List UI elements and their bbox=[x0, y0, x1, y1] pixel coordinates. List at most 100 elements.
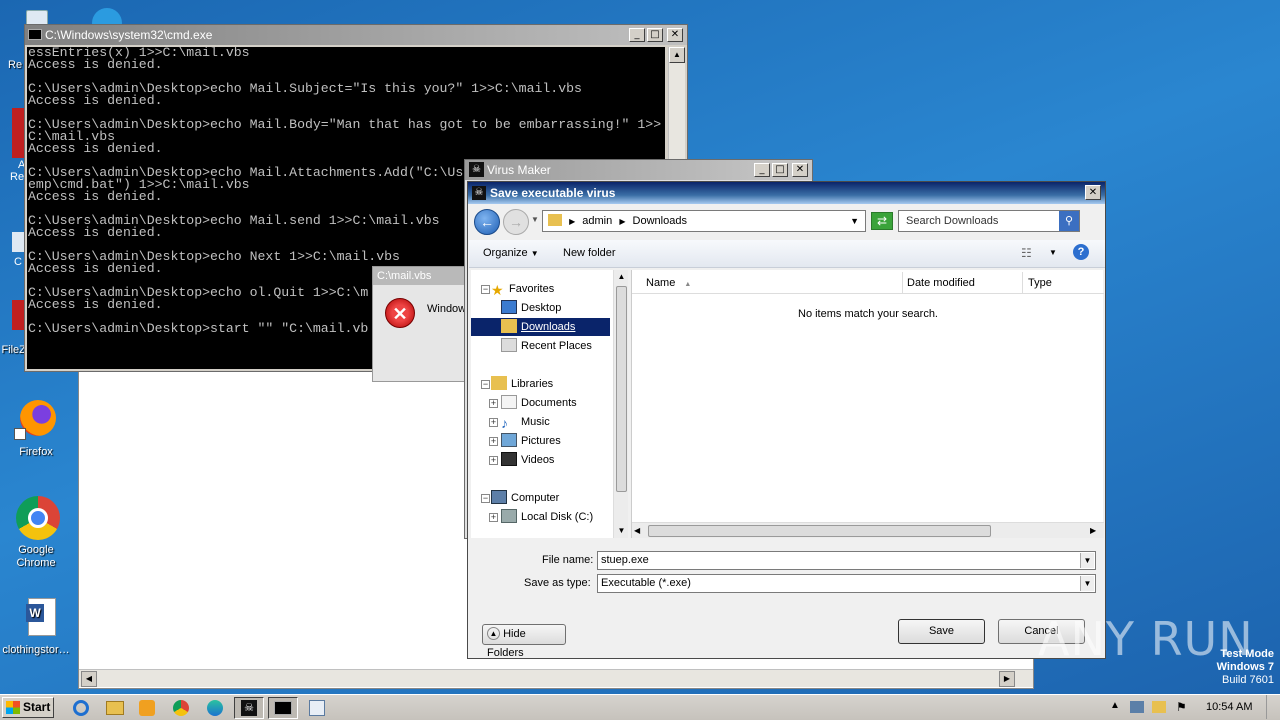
file-name-input[interactable]: stuep.exe ▼ bbox=[597, 551, 1096, 570]
star-icon: ★ bbox=[491, 282, 504, 298]
scroll-up-arrow-icon[interactable]: ▲ bbox=[669, 47, 685, 63]
column-header-type[interactable]: Type bbox=[1023, 272, 1104, 294]
column-header-name[interactable]: Name ▲ bbox=[632, 272, 903, 294]
back-button[interactable]: ← bbox=[474, 209, 500, 235]
console-line: Access is denied. bbox=[28, 93, 163, 108]
forward-button[interactable]: → bbox=[503, 209, 529, 235]
save-button[interactable]: Save bbox=[898, 619, 985, 644]
desktop-partial-label: C bbox=[14, 256, 22, 268]
cmd-taskbar-button[interactable] bbox=[268, 697, 298, 719]
save-dialog[interactable]: ☠ Save executable virus ✕ ← → ▼ ▶ admin … bbox=[467, 181, 1106, 659]
navigation-pane[interactable]: − ★ Favorites Desktop Downloads Recent Pl… bbox=[471, 270, 627, 538]
desktop-icon-word-doc[interactable]: W clothingstor… bbox=[0, 596, 72, 657]
show-desktop-button[interactable] bbox=[1266, 695, 1278, 719]
hide-folders-button[interactable]: ▲ Hide Folders bbox=[482, 624, 566, 659]
background-window-hscrollbar[interactable]: ◀ ▶ bbox=[79, 669, 1033, 687]
tree-local-disk[interactable]: Local Disk (C:) bbox=[501, 508, 593, 526]
file-list[interactable]: Name ▲ Date modified Type No items match… bbox=[631, 270, 1104, 538]
address-dropdown-icon[interactable]: ▼ bbox=[850, 211, 859, 231]
navigation-pane-scrollbar[interactable]: ▲ ▼ bbox=[613, 270, 628, 538]
tree-desktop[interactable]: Desktop bbox=[501, 299, 561, 317]
expand-local-disk-icon[interactable]: + bbox=[489, 513, 498, 522]
breadcrumb-item-downloads[interactable]: Downloads bbox=[633, 215, 687, 227]
file-name-dropdown-icon[interactable]: ▼ bbox=[1080, 553, 1094, 568]
tree-videos[interactable]: Videos bbox=[501, 451, 554, 469]
skull-icon: ☠ bbox=[469, 162, 484, 177]
virus-maker-taskbar-button[interactable]: ☠ bbox=[234, 697, 264, 719]
desktop-icon-chrome[interactable]: Google Chrome bbox=[0, 496, 72, 570]
chrome-taskbar-icon[interactable] bbox=[168, 697, 194, 719]
tree-music[interactable]: ♪ Music bbox=[501, 413, 550, 431]
file-list-hscrollbar[interactable]: ◀ ▶ bbox=[632, 522, 1104, 538]
save-as-type-select[interactable]: Executable (*.exe) ▼ bbox=[597, 574, 1096, 593]
desktop-icon-firefox[interactable]: Firefox bbox=[0, 398, 72, 459]
console-line: Access is denied. bbox=[28, 141, 163, 156]
close-button[interactable]: ✕ bbox=[667, 28, 683, 42]
column-header-date-modified[interactable]: Date modified bbox=[903, 272, 1023, 294]
save-dialog-titlebar[interactable]: ☠ Save executable virus ✕ bbox=[468, 182, 1105, 204]
expand-documents-icon[interactable]: + bbox=[489, 399, 498, 408]
tree-documents[interactable]: Documents bbox=[501, 394, 577, 412]
downloads-folder-icon bbox=[501, 319, 517, 333]
recent-pages-dropdown-icon[interactable]: ▼ bbox=[531, 215, 539, 224]
breadcrumb-item-admin[interactable]: admin bbox=[582, 215, 612, 227]
search-input[interactable]: Search Downloads ⚲ bbox=[898, 210, 1080, 232]
explorer-taskbar-icon[interactable] bbox=[102, 697, 128, 719]
organize-menu[interactable]: Organize ▼ bbox=[483, 247, 539, 259]
close-button[interactable]: ✕ bbox=[1085, 185, 1101, 200]
desktop-icon-label: Google Chrome bbox=[16, 544, 56, 569]
search-icon[interactable]: ⚲ bbox=[1059, 211, 1079, 231]
expand-music-icon[interactable]: + bbox=[489, 418, 498, 427]
maximize-button[interactable]: □ bbox=[647, 28, 663, 42]
close-button[interactable]: ✕ bbox=[792, 163, 808, 177]
tree-favorites[interactable]: ★ Favorites bbox=[491, 280, 554, 298]
error-icon: ✕ bbox=[385, 298, 415, 328]
wscript-taskbar-button[interactable] bbox=[302, 697, 332, 719]
tray-folder-icon[interactable] bbox=[1152, 701, 1166, 713]
console-line: Access is denied. bbox=[28, 57, 163, 72]
collapse-libraries-icon[interactable]: − bbox=[481, 380, 490, 389]
expand-videos-icon[interactable]: + bbox=[489, 456, 498, 465]
view-dropdown-icon[interactable]: ▼ bbox=[1049, 248, 1057, 257]
tree-pictures[interactable]: Pictures bbox=[501, 432, 561, 450]
videos-icon bbox=[501, 452, 517, 466]
start-button[interactable]: Start bbox=[2, 697, 54, 718]
desktop-icon-label: clothingstor… bbox=[2, 644, 70, 656]
vbs-error-titlebar[interactable]: C:\mail.vbs bbox=[373, 267, 471, 285]
minimize-button[interactable]: _ bbox=[754, 163, 770, 177]
dialog-toolbar: Organize ▼ New folder ☷ ▼ ? bbox=[469, 240, 1105, 268]
tray-network-icon[interactable] bbox=[1130, 701, 1144, 713]
collapse-favorites-icon[interactable]: − bbox=[481, 285, 490, 294]
breadcrumb-separator-icon: ▶ bbox=[569, 217, 576, 226]
test-mode-watermark: Test Mode Windows 7 Build 7601 bbox=[1216, 648, 1274, 686]
tree-downloads[interactable]: Downloads bbox=[471, 318, 610, 336]
save-as-type-dropdown-icon[interactable]: ▼ bbox=[1080, 576, 1094, 591]
help-icon[interactable]: ? bbox=[1073, 244, 1089, 260]
word-document-icon: W bbox=[14, 596, 58, 640]
new-folder-button[interactable]: New folder bbox=[563, 247, 616, 259]
tray-clock[interactable]: 10:54 AM bbox=[1206, 701, 1252, 713]
tree-recent-places[interactable]: Recent Places bbox=[501, 337, 592, 355]
minimize-button[interactable]: _ bbox=[629, 28, 645, 42]
view-options-icon[interactable]: ☷ bbox=[1021, 246, 1032, 260]
cmd-titlebar[interactable]: C:\Windows\system32\cmd.exe _ □ ✕ bbox=[25, 25, 687, 45]
firefox-icon bbox=[14, 398, 58, 442]
maximize-button[interactable]: □ bbox=[772, 163, 788, 177]
expand-pictures-icon[interactable]: + bbox=[489, 437, 498, 446]
vbs-error-dialog[interactable]: C:\mail.vbs ✕ Window bbox=[372, 266, 472, 382]
search-placeholder: Search Downloads bbox=[906, 215, 999, 227]
refresh-button[interactable]: ⇄ bbox=[871, 212, 893, 230]
address-bar[interactable]: ▶ admin ▶ Downloads ▼ bbox=[542, 210, 866, 232]
virus-maker-titlebar[interactable]: ☠ Virus Maker _ □ ✕ bbox=[465, 160, 812, 180]
tree-libraries[interactable]: Libraries bbox=[491, 375, 553, 393]
tray-flag-icon[interactable]: ⚑ bbox=[1176, 700, 1187, 714]
ie-taskbar-icon[interactable] bbox=[68, 697, 94, 719]
breadcrumb-separator-icon: ▶ bbox=[619, 217, 626, 226]
desktop-icon bbox=[501, 300, 517, 314]
file-name-label: File name: bbox=[542, 554, 594, 566]
tree-computer[interactable]: Computer bbox=[491, 489, 559, 507]
collapse-computer-icon[interactable]: − bbox=[481, 494, 490, 503]
media-player-taskbar-icon[interactable] bbox=[134, 697, 160, 719]
show-hidden-icons-button[interactable]: ▲ bbox=[1110, 700, 1120, 711]
edge-taskbar-icon[interactable] bbox=[202, 697, 228, 719]
